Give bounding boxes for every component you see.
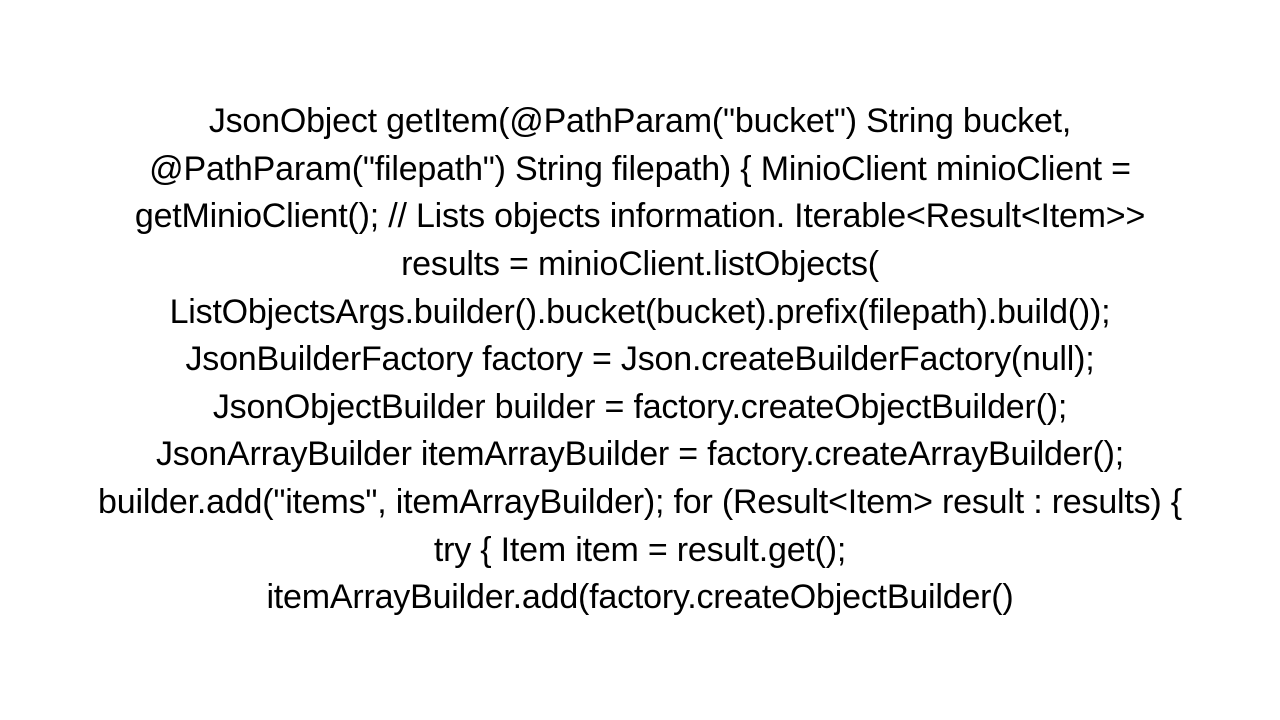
code-snippet: JsonObject getItem(@PathParam("bucket") … [90,98,1190,622]
